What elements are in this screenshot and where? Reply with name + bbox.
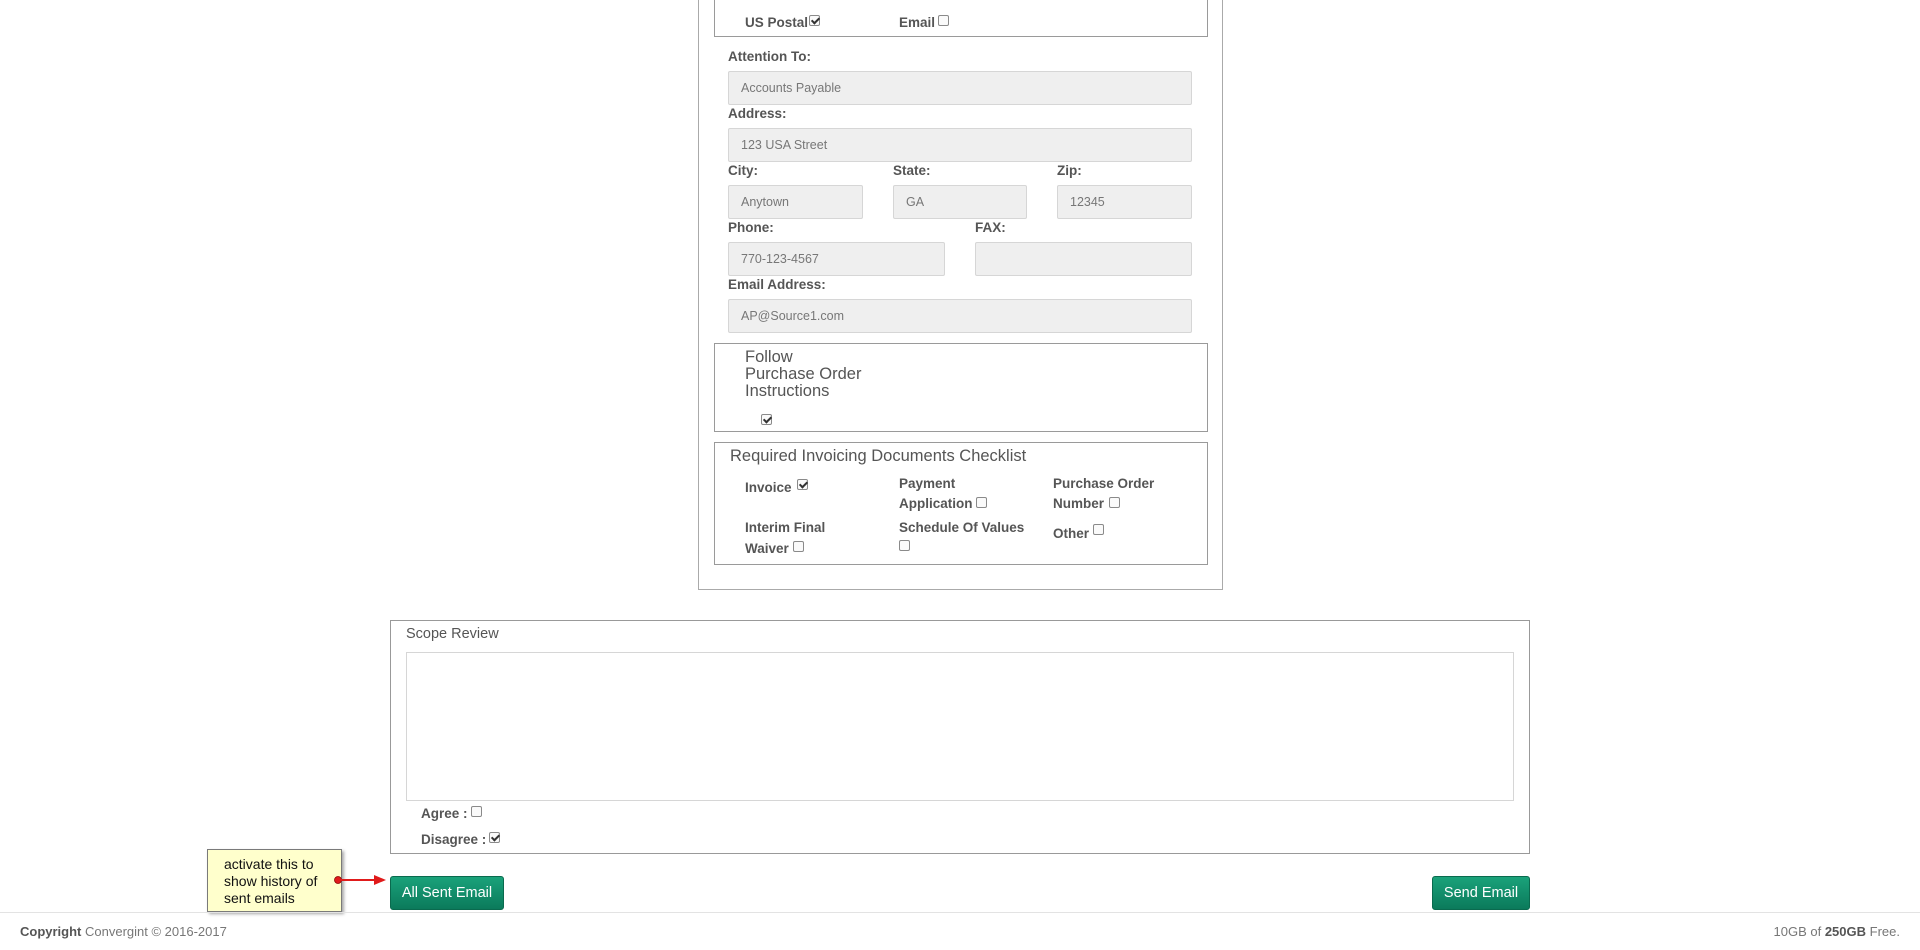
interim-waiver-checkbox[interactable] (793, 541, 804, 552)
invoice-checkbox[interactable] (797, 479, 808, 490)
po-number-label-line2: Number (1053, 496, 1105, 511)
storage-suffix: Free. (1869, 924, 1900, 939)
po-instructions-checkbox[interactable] (761, 414, 772, 425)
fax-label: FAX: (975, 220, 1006, 235)
interim-waiver-label-line1: Interim Final (745, 520, 826, 535)
address-field[interactable]: 123 USA Street (728, 128, 1192, 162)
callout-arrow-icon (334, 875, 386, 885)
send-email-button[interactable]: Send Email (1432, 876, 1530, 910)
state-label: State: (893, 163, 931, 178)
phone-field[interactable]: 770-123-4567 (728, 242, 945, 276)
storage-used: 10GB of (1773, 924, 1822, 939)
po-instructions-line2: Purchase Order (745, 365, 862, 383)
copyright-text: Convergint © 2016-2017 (85, 924, 227, 939)
scope-review-title: Scope Review (406, 626, 499, 642)
callout-line3: sent emails (224, 890, 295, 906)
storage-total: 250GB (1824, 924, 1867, 939)
po-instructions-line1: Follow (745, 348, 793, 366)
scope-review-panel: Scope Review Agree : Disagree : (390, 620, 1530, 854)
callout-note: activate this to show history of sent em… (207, 849, 342, 912)
all-sent-email-button[interactable]: All Sent Email (390, 876, 504, 910)
footer-storage: 10GB of 250GB Free. (1774, 924, 1901, 940)
zip-field[interactable]: 12345 (1057, 185, 1192, 219)
payment-application-checkbox[interactable] (976, 497, 987, 508)
schedule-of-values-label: Schedule Of Values (899, 520, 1025, 535)
po-instructions-line3: Instructions (745, 382, 830, 400)
payment-application-label-line1: Payment (899, 476, 956, 491)
email-address-label: Email Address: (728, 277, 826, 292)
address-label: Address: (728, 106, 787, 121)
scope-review-textarea[interactable] (406, 652, 1514, 801)
po-number-checkbox[interactable] (1109, 497, 1120, 508)
email-delivery-label: Email (899, 15, 936, 30)
attention-field[interactable]: Accounts Payable (728, 71, 1192, 105)
callout-line1: activate this to (224, 856, 314, 872)
po-number-label-line1: Purchase Order (1053, 476, 1155, 491)
us-postal-checkbox[interactable] (809, 15, 820, 26)
payment-application-label-line2: Application (899, 496, 973, 511)
invoicing-checklist-panel: Required Invoicing Documents Checklist I… (714, 442, 1208, 565)
invoice-label: Invoice (745, 480, 792, 495)
us-postal-label: US Postal (745, 15, 809, 30)
phone-label: Phone: (728, 220, 774, 235)
copyright-bold: Copyright (20, 924, 82, 939)
fax-field[interactable] (975, 242, 1192, 276)
other-label: Other (1053, 526, 1090, 541)
state-field[interactable]: GA (893, 185, 1027, 219)
agree-checkbox[interactable] (471, 806, 482, 817)
schedule-of-values-checkbox[interactable] (899, 540, 910, 551)
agree-label: Agree : (421, 806, 468, 821)
footer-copyright: Copyright Convergint © 2016-2017 (20, 924, 227, 940)
email-delivery-checkbox[interactable] (938, 15, 949, 26)
po-instructions-panel: Follow Purchase Order Instructions (714, 343, 1208, 432)
zip-label: Zip: (1057, 163, 1082, 178)
attention-label: Attention To: (728, 49, 811, 64)
delivery-method-panel: US Postal Email (714, 0, 1208, 37)
checklist-title: Required Invoicing Documents Checklist (730, 447, 1027, 465)
footer-divider (0, 912, 1920, 913)
email-address-field[interactable]: AP@Source1.com (728, 299, 1192, 333)
city-field[interactable]: Anytown (728, 185, 863, 219)
disagree-label: Disagree : (421, 832, 487, 847)
city-label: City: (728, 163, 758, 178)
interim-waiver-label-line2: Waiver (745, 541, 789, 556)
callout-line2: show history of (224, 873, 318, 889)
disagree-checkbox[interactable] (489, 832, 500, 843)
other-checkbox[interactable] (1093, 524, 1104, 535)
